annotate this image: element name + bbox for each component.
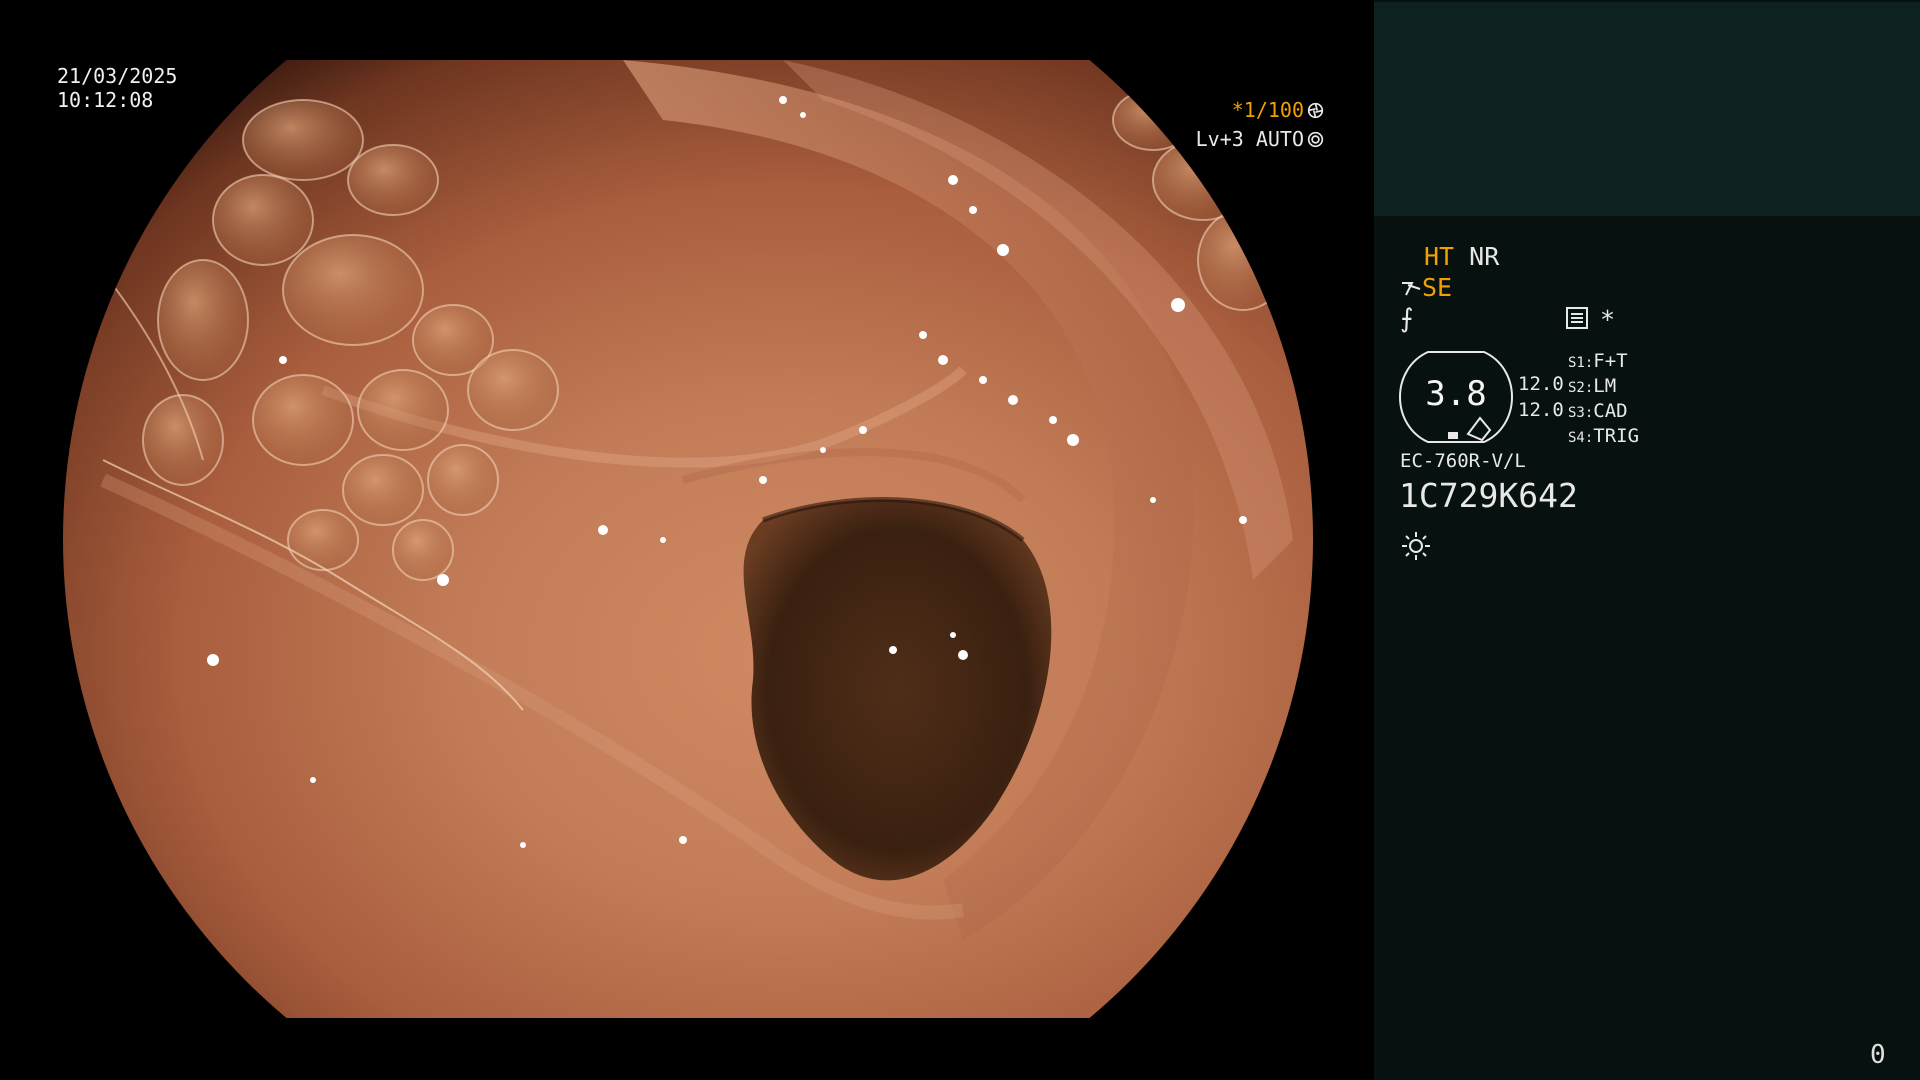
- panel-header-area: [1374, 2, 1920, 216]
- date-text: 21/03/2025: [57, 64, 178, 88]
- shutter-text: *1/100: [1231, 98, 1304, 122]
- se-mode-label: SE: [1422, 273, 1453, 302]
- date-time-overlay: 21/03/2025 10:12:08: [57, 64, 177, 112]
- iris-icon: [1307, 131, 1324, 148]
- time-text: 10:12:08: [57, 88, 154, 112]
- zoom-badge: 3.8: [1398, 350, 1514, 444]
- nr-mode-label: NR: [1469, 242, 1500, 271]
- asterisk-indicator: *: [1600, 305, 1616, 334]
- endoscopy-monitor: 21/03/2025 10:12:08 *1/100 Lv+3 AUTO HT …: [0, 0, 1920, 1080]
- setting-row-s4: S4:TRIG: [1568, 425, 1639, 450]
- setting-row-s3: S3:CAD: [1568, 400, 1639, 425]
- frame-counter: 0: [1870, 1040, 1886, 1070]
- endoscopic-image: [63, 60, 1313, 1018]
- image-mode-line: HT NR: [1424, 242, 1499, 271]
- scope-tip-icon: [1402, 282, 1421, 296]
- setting-value: LM: [1593, 375, 1617, 397]
- aperture-icon: [1307, 102, 1324, 119]
- switch-settings-list: S1:F+T S2:LM S3:CAD S4:TRIG: [1568, 350, 1639, 450]
- scope-serial-number: 1C729K642: [1399, 476, 1578, 515]
- setting-value: TRIG: [1593, 425, 1640, 447]
- info-panel: HT NR SE ⨍ * 3.8 12.0 12.0 S1:F+T S2:LM …: [1374, 0, 1920, 1080]
- value-2: 12.0: [1518, 399, 1564, 421]
- setting-key: S1:: [1568, 355, 1594, 371]
- setting-value: F+T: [1593, 350, 1628, 372]
- setting-row-s2: S2:LM: [1568, 375, 1639, 400]
- shutter-speed-line: *1/100: [1232, 98, 1324, 122]
- setting-key: S4:: [1568, 430, 1594, 446]
- level-text: Lv+3 AUTO: [1195, 127, 1304, 151]
- setting-value: CAD: [1593, 400, 1628, 422]
- light-sun-icon: [1402, 532, 1430, 560]
- setting-row-s1: S1:F+T: [1568, 350, 1639, 375]
- ht-mode-label: HT: [1424, 242, 1455, 271]
- function-icon: ⨍: [1400, 304, 1414, 334]
- structure-enhancement-line: SE: [1400, 273, 1452, 302]
- zoom-value: 3.8: [1425, 374, 1487, 414]
- endoscope-view: 21/03/2025 10:12:08 *1/100 Lv+3 AUTO: [0, 0, 1374, 1080]
- value-1: 12.0: [1518, 373, 1564, 395]
- setting-key: S3:: [1568, 405, 1594, 421]
- light-level-line: Lv+3 AUTO: [1196, 127, 1324, 151]
- menu-list-icon: [1566, 307, 1588, 329]
- setting-key: S2:: [1568, 380, 1594, 396]
- scope-model: EC-760R-V/L: [1400, 450, 1526, 472]
